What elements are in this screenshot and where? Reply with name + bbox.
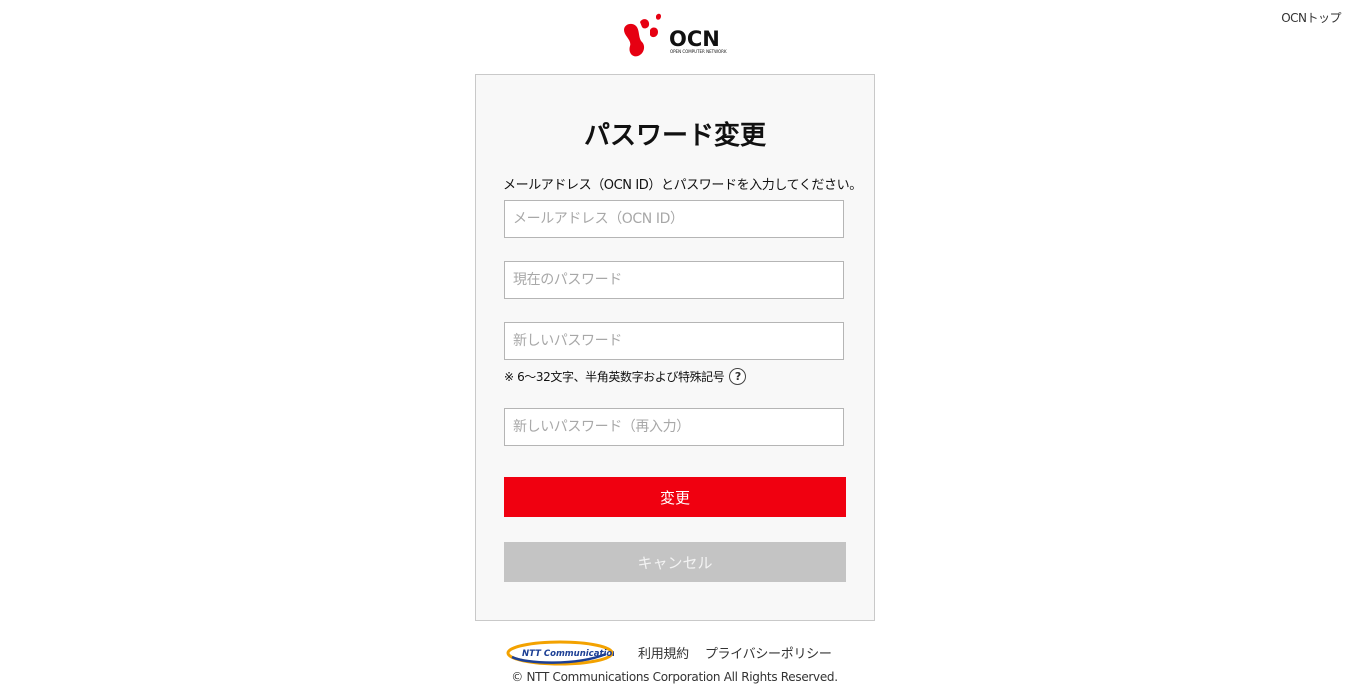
confirm-password-field[interactable] <box>504 408 844 446</box>
submit-button[interactable]: 変更 <box>504 477 846 517</box>
ocn-logo-icon: OCN OPEN COMPUTER NETWORK <box>624 13 727 57</box>
privacy-policy-link[interactable]: プライバシーポリシー <box>705 643 832 662</box>
ntt-communications-logo: NTT Communications <box>506 640 614 666</box>
ntt-logo-text: NTT Communications <box>522 649 614 659</box>
form-description: メールアドレス（OCN ID）とパスワードを入力してください。 <box>503 178 862 193</box>
password-hint: ※ 6〜32文字、半角英数字および特殊記号 ? <box>504 368 747 385</box>
current-password-field[interactable] <box>504 261 844 299</box>
email-field[interactable] <box>504 200 844 238</box>
page-title: パスワード変更 <box>583 121 766 151</box>
new-password-field[interactable] <box>504 322 844 360</box>
terms-link[interactable]: 利用規約 <box>638 643 689 662</box>
ocn-top-link[interactable]: OCNトップ <box>1281 9 1341 26</box>
footer: NTT Communications 利用規約 プライバシーポリシー <box>506 638 832 666</box>
help-icon[interactable]: ? <box>729 368 747 385</box>
copyright: © NTT Communications Corporation All Rig… <box>511 670 838 684</box>
ocn-logo-subtext: OPEN COMPUTER NETWORK <box>670 49 727 54</box>
cancel-button[interactable]: キャンセル <box>504 542 846 582</box>
password-hint-text: ※ 6〜32文字、半角英数字および特殊記号 <box>504 370 725 384</box>
password-change-card: パスワード変更 メールアドレス（OCN ID）とパスワードを入力してください。 … <box>475 74 875 621</box>
ocn-logo[interactable]: OCN OPEN COMPUTER NETWORK <box>622 12 728 60</box>
ocn-logo-text: OCN <box>669 27 720 51</box>
